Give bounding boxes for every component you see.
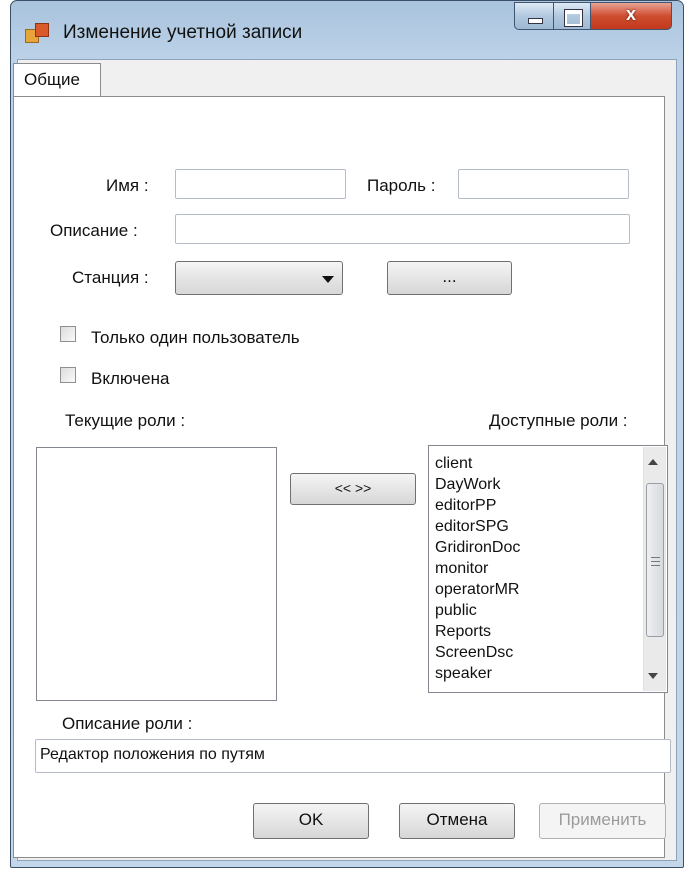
description-field[interactable] xyxy=(175,214,630,244)
ok-button[interactable]: OK xyxy=(253,803,369,839)
scroll-up-icon[interactable] xyxy=(648,459,658,465)
role-list-item[interactable]: public xyxy=(435,600,477,621)
app-icon[interactable] xyxy=(25,23,49,45)
apply-label: Применить xyxy=(558,810,647,829)
scroll-down-icon[interactable] xyxy=(648,673,658,679)
station-dropdown[interactable] xyxy=(175,261,343,295)
role-description-field[interactable]: Редактор положения по путям xyxy=(35,739,671,773)
role-list-item[interactable]: Reports xyxy=(435,621,491,642)
cancel-button[interactable]: Отмена xyxy=(399,803,515,839)
maximize-button[interactable] xyxy=(553,2,591,30)
role-list-item[interactable]: ScreenDsc xyxy=(435,642,513,663)
minimize-icon xyxy=(528,18,543,24)
name-field[interactable] xyxy=(175,169,346,199)
close-icon: x xyxy=(625,4,636,24)
cancel-label: Отмена xyxy=(426,810,488,829)
maximize-icon xyxy=(564,9,583,27)
browse-station-label: ... xyxy=(442,267,457,286)
role-list-item[interactable]: editorPP xyxy=(435,495,496,516)
single-user-label: Только один пользователь xyxy=(91,328,300,347)
close-button[interactable]: x xyxy=(590,2,672,30)
current-roles-list[interactable] xyxy=(36,447,277,701)
current-roles-label: Текущие роли : xyxy=(65,411,186,430)
role-list-item[interactable]: operatorMR xyxy=(435,579,519,600)
password-label: Пароль : xyxy=(367,176,436,195)
role-list-item[interactable]: monitor xyxy=(435,558,488,579)
role-list-item[interactable]: speaker xyxy=(435,663,492,684)
transfer-roles-label: << >> xyxy=(334,480,372,496)
title-bar[interactable]: Изменение учетной записи x xyxy=(11,1,683,59)
roles-scrollbar[interactable] xyxy=(643,447,666,691)
minimize-button[interactable] xyxy=(514,2,554,30)
transfer-roles-button[interactable]: << >> xyxy=(290,473,416,505)
available-roles-list[interactable]: client DayWork editorPP editorSPG GridironDo… xyxy=(428,445,668,693)
password-field[interactable] xyxy=(458,169,629,199)
enabled-checkbox[interactable] xyxy=(60,367,76,383)
browse-station-button[interactable]: ... xyxy=(387,261,512,295)
apply-button[interactable]: Применить xyxy=(539,803,666,839)
scroll-thumb[interactable] xyxy=(646,483,664,637)
dropdown-arrow-icon xyxy=(322,276,334,283)
description-label: Описание : xyxy=(50,221,138,240)
tab-general[interactable]: Общие xyxy=(13,63,101,97)
available-roles-label: Доступные роли : xyxy=(489,411,628,430)
single-user-checkbox[interactable] xyxy=(60,326,76,342)
role-list-item[interactable]: client xyxy=(435,453,472,474)
station-label: Станция : xyxy=(72,268,149,287)
tab-general-label: Общие xyxy=(24,70,80,89)
name-label: Имя : xyxy=(106,176,149,195)
role-list-item[interactable]: GridironDoc xyxy=(435,537,520,558)
window-title: Изменение учетной записи xyxy=(63,22,303,43)
ok-label: OK xyxy=(298,810,324,829)
enabled-label: Включена xyxy=(91,369,170,388)
role-list-item[interactable]: editorSPG xyxy=(435,516,509,537)
role-list-item[interactable]: DayWork xyxy=(435,474,501,495)
role-description-label: Описание роли : xyxy=(62,714,193,733)
role-description-value: Редактор положения по путям xyxy=(40,746,265,763)
